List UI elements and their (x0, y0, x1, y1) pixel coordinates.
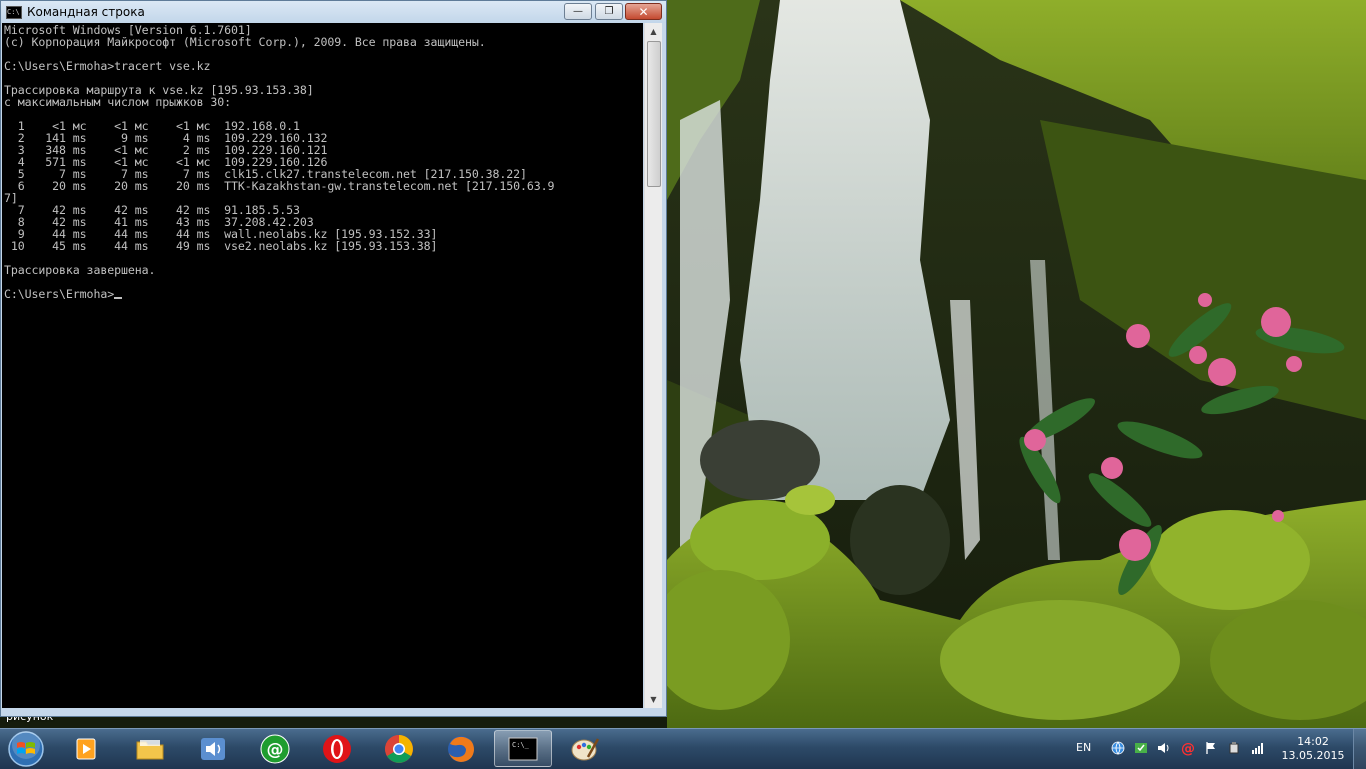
taskbar-opera[interactable] (308, 730, 366, 767)
command-prompt-window[interactable]: C:\ Командная строка — ❐ ✕ Microsoft Win… (0, 0, 667, 717)
show-desktop-button[interactable] (1353, 729, 1366, 769)
title-bar[interactable]: C:\ Командная строка — ❐ ✕ (1, 1, 666, 23)
clock-time: 14:02 (1297, 735, 1329, 748)
minimize-button[interactable]: — (564, 3, 592, 20)
taskbar-volume-app[interactable] (184, 730, 242, 767)
scroll-up-arrow-icon[interactable]: ▲ (645, 23, 662, 40)
window-title: Командная строка (27, 5, 145, 19)
mail-agent-tray-icon[interactable]: @ (1180, 740, 1196, 756)
taskbar-firefox[interactable] (432, 730, 490, 767)
network-globe-icon[interactable] (1110, 740, 1126, 756)
close-icon: ✕ (638, 4, 649, 19)
taskbar-mail-agent[interactable]: @ (246, 730, 304, 767)
taskbar-chrome[interactable] (370, 730, 428, 767)
svg-text:@: @ (1181, 741, 1195, 756)
console-icon: C:\_ (508, 737, 538, 760)
svg-text:@: @ (267, 740, 284, 760)
taskbar-paint[interactable] (556, 730, 614, 767)
windows-logo-icon (8, 731, 44, 767)
svg-text:C:\_: C:\_ (512, 741, 530, 749)
console-app-icon[interactable]: C:\ (6, 6, 22, 19)
volume-icon[interactable] (1156, 740, 1172, 756)
maximize-button[interactable]: ❐ (595, 3, 623, 20)
taskbar-explorer[interactable] (121, 730, 179, 767)
paint-icon (571, 737, 600, 760)
start-button[interactable] (4, 730, 48, 768)
taskbar-media-player[interactable] (58, 730, 116, 767)
action-center-flag-icon[interactable] (1203, 740, 1219, 756)
chrome-icon (385, 734, 413, 763)
minimize-icon: — (573, 5, 583, 17)
restore-icon: ❐ (604, 5, 614, 17)
firefox-icon (448, 735, 474, 762)
network-status-icon[interactable] (1250, 740, 1266, 756)
safely-remove-hardware-icon[interactable] (1226, 740, 1242, 756)
scrollbar-thumb[interactable] (647, 41, 661, 187)
folder-icon (136, 739, 164, 759)
media-player-icon (76, 738, 96, 759)
console-output[interactable]: Microsoft Windows [Version 6.1.7601] (c)… (2, 23, 643, 708)
console-cursor (114, 297, 123, 299)
taskbar-cmd[interactable]: C:\_ (494, 730, 552, 767)
clock-date: 13.05.2015 (1281, 749, 1345, 762)
taskbar: @ C:\_ EN @ 14:02 13.05.2015 (0, 728, 1366, 769)
vertical-scrollbar[interactable]: ▲ ▼ (644, 23, 662, 708)
at-sign-icon: @ (260, 734, 290, 763)
language-indicator[interactable]: EN (1076, 741, 1091, 754)
sync-icon[interactable] (1133, 740, 1149, 756)
speaker-icon (201, 737, 225, 760)
scroll-down-arrow-icon[interactable]: ▼ (645, 691, 662, 708)
console-text: Microsoft Windows [Version 6.1.7601] (c)… (4, 23, 555, 301)
close-button[interactable]: ✕ (625, 3, 662, 20)
system-clock[interactable]: 14:02 13.05.2015 (1276, 735, 1350, 763)
opera-icon (323, 734, 351, 763)
